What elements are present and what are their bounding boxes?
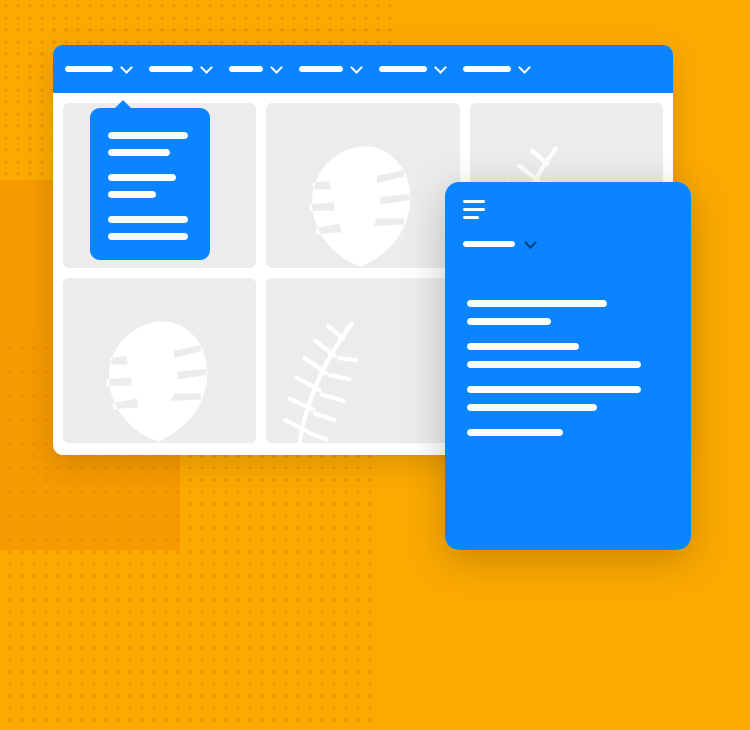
navbar: [53, 45, 673, 93]
dropdown-item[interactable]: [108, 132, 188, 139]
nav-label: [463, 66, 511, 72]
dropdown-item[interactable]: [108, 149, 170, 156]
nav-item-2[interactable]: [229, 66, 281, 72]
dropdown-item[interactable]: [108, 191, 156, 198]
chevron-down-icon: [351, 66, 361, 72]
mobile-menu-item[interactable]: [467, 361, 641, 368]
chevron-down-icon: [435, 66, 445, 72]
hamburger-icon[interactable]: [463, 200, 673, 219]
chevron-down-icon: [201, 66, 211, 72]
fern-leaf-icon: [276, 313, 406, 443]
dropdown-item[interactable]: [108, 216, 188, 223]
chevron-down-icon: [525, 241, 535, 247]
chevron-down-icon: [271, 66, 281, 72]
mobile-window: [445, 182, 691, 550]
mobile-menu-item[interactable]: [467, 404, 597, 411]
mobile-menu-item[interactable]: [467, 300, 607, 307]
content-card[interactable]: [63, 278, 256, 443]
dropdown-item[interactable]: [108, 174, 176, 181]
nav-item-3[interactable]: [299, 66, 361, 72]
nav-label: [463, 241, 515, 247]
dropdown-item[interactable]: [108, 233, 188, 240]
nav-item-4[interactable]: [379, 66, 445, 72]
nav-label: [149, 66, 193, 72]
mobile-menu-item[interactable]: [467, 343, 579, 350]
content-card[interactable]: [266, 278, 459, 443]
mobile-header: [445, 182, 691, 280]
dropdown-menu[interactable]: [90, 108, 210, 260]
nav-item-5[interactable]: [463, 66, 529, 72]
monstera-leaf-icon: [93, 313, 223, 443]
mobile-menu-item[interactable]: [467, 429, 563, 436]
nav-label: [65, 66, 113, 72]
mobile-menu-item[interactable]: [467, 318, 551, 325]
mobile-dropdown-menu[interactable]: [445, 280, 691, 550]
chevron-down-icon: [519, 66, 529, 72]
chevron-down-icon: [121, 66, 131, 72]
nav-item-1[interactable]: [149, 66, 211, 72]
content-card[interactable]: [266, 103, 459, 268]
nav-label: [299, 66, 343, 72]
mobile-menu-item[interactable]: [467, 386, 641, 393]
nav-label: [379, 66, 427, 72]
nav-label: [229, 66, 263, 72]
nav-item-0[interactable]: [65, 66, 131, 72]
mobile-nav-item[interactable]: [463, 241, 673, 247]
monstera-leaf-icon: [296, 138, 426, 268]
